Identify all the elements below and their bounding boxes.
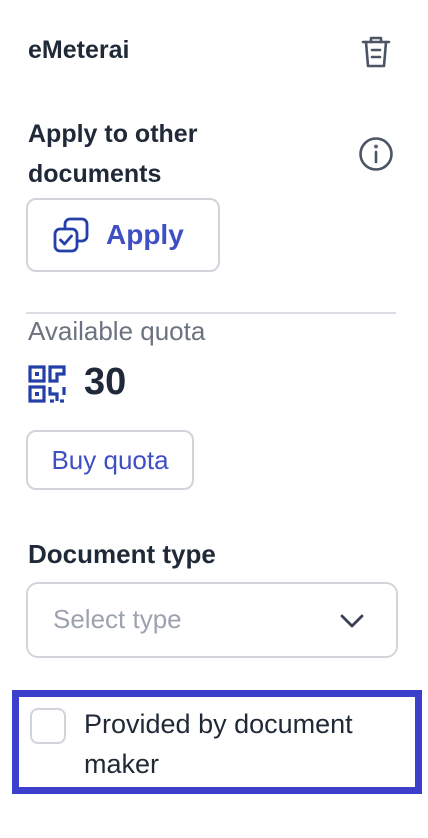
provided-by-maker-checkbox[interactable] [30, 708, 66, 744]
qr-code-icon [28, 365, 66, 403]
document-type-select[interactable]: Select type [26, 582, 398, 658]
quota-label: Available quota [28, 316, 206, 346]
apply-section-title: Apply to other documents [28, 120, 198, 188]
quota-value: 30 [84, 361, 127, 403]
document-type-label: Document type [28, 539, 216, 569]
select-placeholder: Select type [53, 604, 182, 634]
buy-quota-button[interactable]: Buy quota [26, 430, 194, 490]
section-divider [26, 312, 396, 314]
delete-button[interactable] [356, 32, 396, 72]
trash-icon [361, 36, 391, 68]
provided-by-maker-label[interactable]: Provided by document maker [84, 704, 404, 784]
chevron-down-icon [340, 614, 364, 628]
panel-title: eMeterai [28, 36, 130, 64]
apply-button-label: Apply [106, 219, 184, 250]
info-icon [359, 137, 393, 171]
info-button[interactable] [356, 134, 396, 174]
apply-button[interactable]: Apply [26, 198, 220, 272]
copy-check-icon [53, 217, 89, 253]
